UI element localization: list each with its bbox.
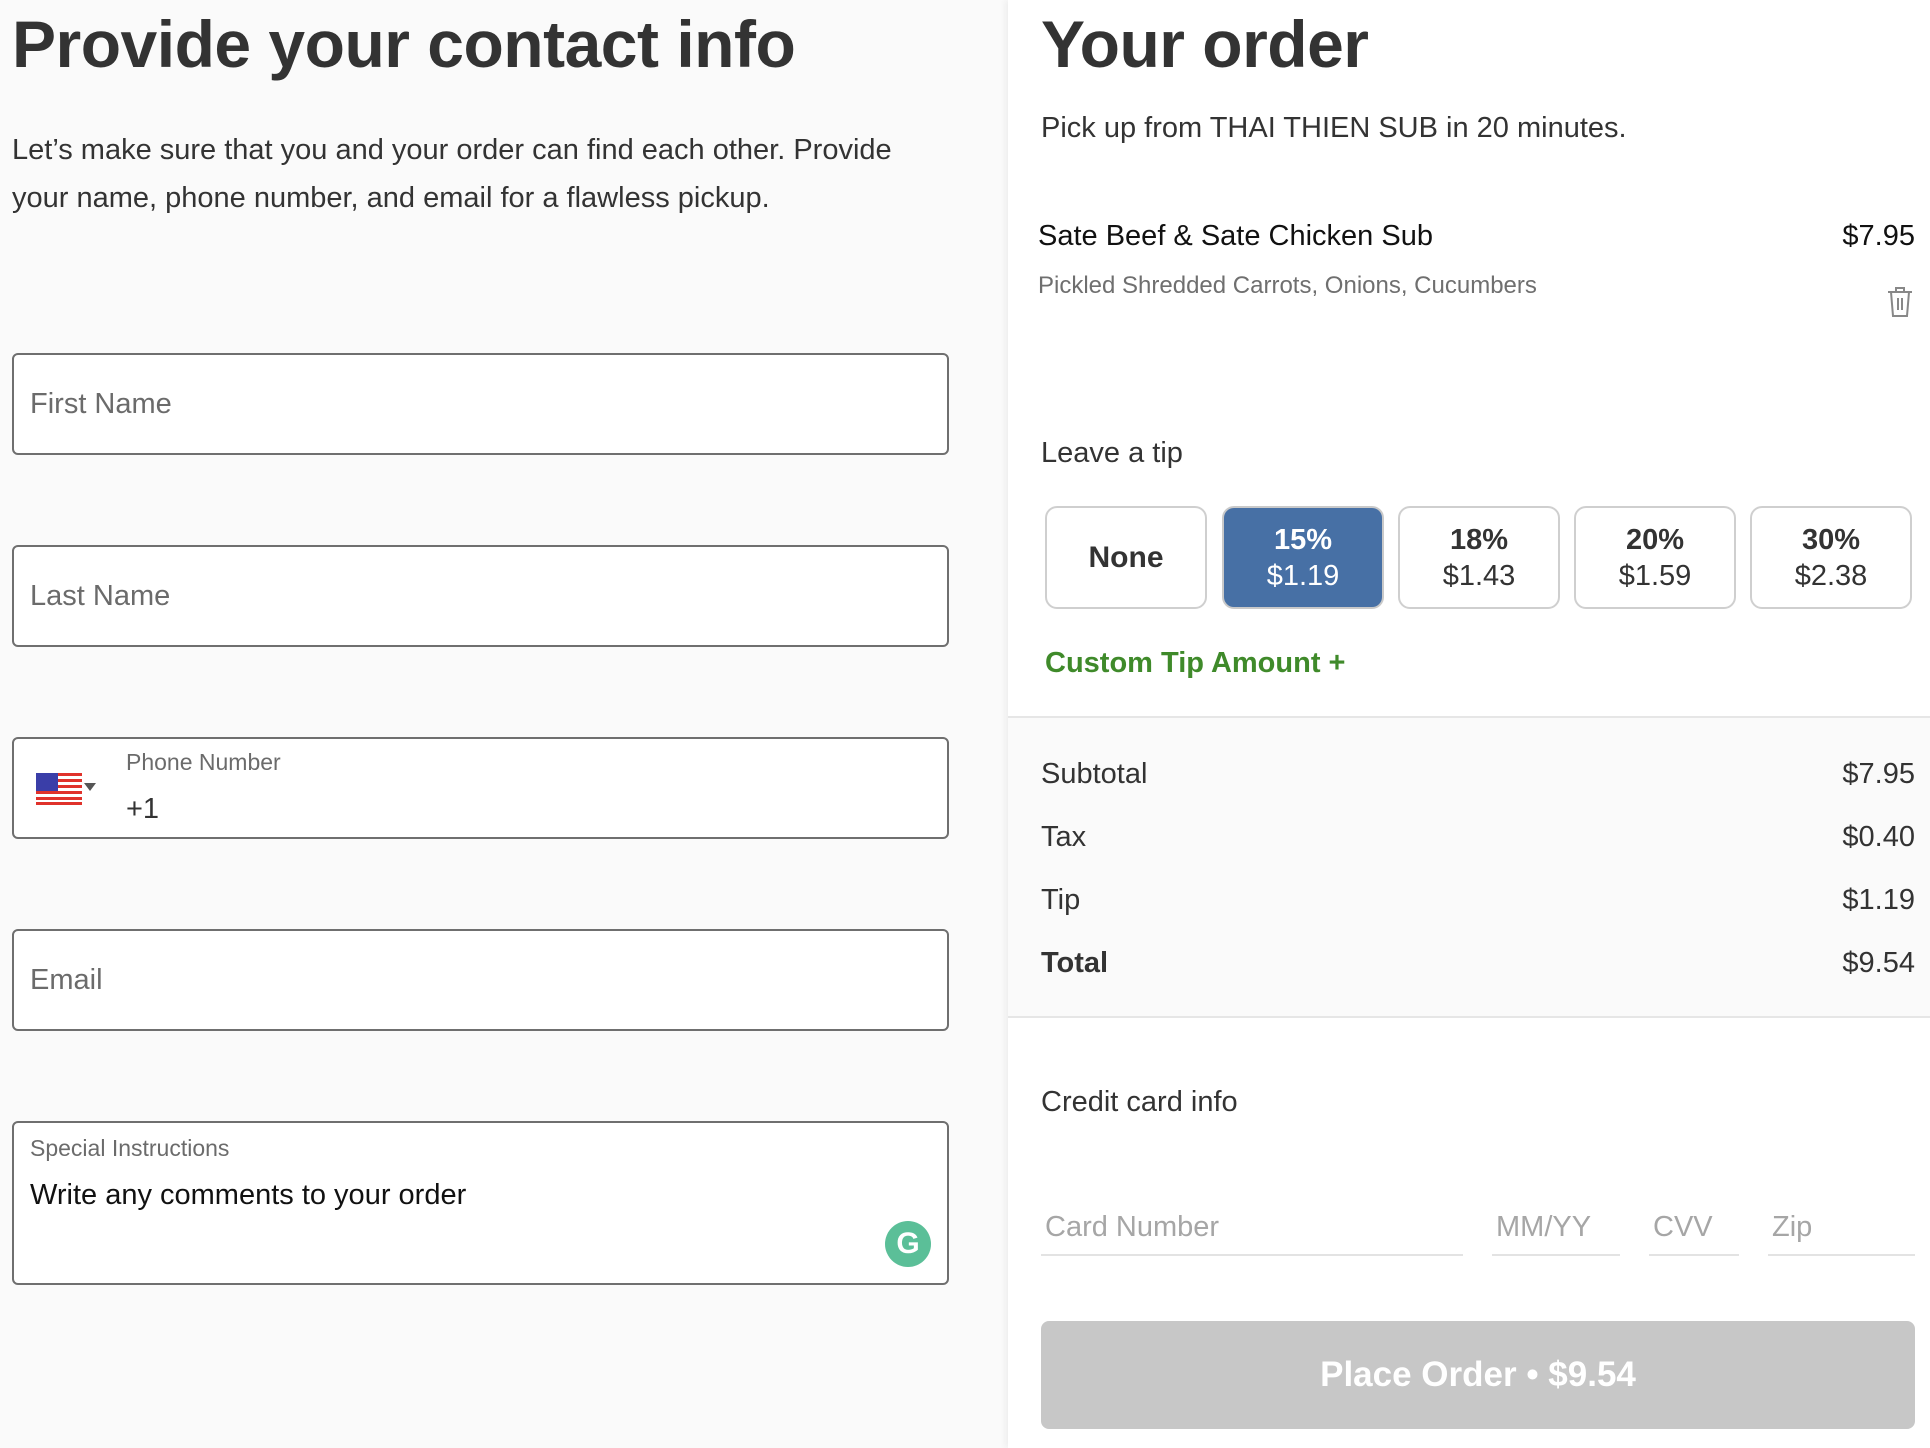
custom-tip-link[interactable]: Custom Tip Amount + — [1045, 647, 1345, 680]
first-name-input[interactable] — [30, 355, 930, 453]
tip-option-amount: $1.59 — [1618, 559, 1692, 592]
email-field[interactable] — [12, 929, 949, 1031]
tip-option-amount: $2.38 — [1794, 559, 1868, 592]
cvv-input[interactable] — [1649, 1200, 1739, 1256]
summary-value: $7.95 — [1842, 758, 1915, 790]
tip-option-percent: 18% — [1449, 523, 1509, 556]
pickup-info: Pick up from THAI THIEN SUB in 20 minute… — [1041, 112, 1627, 144]
last-name-input[interactable] — [30, 547, 930, 645]
summary-label: Subtotal — [1041, 758, 1148, 790]
special-instructions-field[interactable]: Special Instructions G — [12, 1121, 949, 1285]
special-instructions-label: Special Instructions — [30, 1135, 230, 1161]
tip-option-percent: 20% — [1625, 523, 1685, 556]
summary-value: $1.19 — [1842, 884, 1915, 916]
last-name-field[interactable] — [12, 545, 949, 647]
item-modifiers: Pickled Shredded Carrots, Onions, Cucumb… — [1038, 272, 1537, 299]
summary-row-subtotal: Subtotal $7.95 — [1041, 758, 1915, 791]
contact-panel: Provide your contact info Let’s make sur… — [0, 0, 1008, 1448]
phone-field[interactable]: Phone Number — [12, 737, 949, 839]
order-title: Your order — [1041, 7, 1369, 81]
tip-option-label: None — [1088, 540, 1164, 574]
expiry-input[interactable] — [1492, 1200, 1620, 1256]
country-dropdown-caret-icon[interactable] — [84, 783, 96, 791]
summary-row-tax: Tax $0.40 — [1041, 821, 1915, 854]
summary-label: Tax — [1041, 821, 1087, 853]
zip-input[interactable] — [1768, 1200, 1915, 1256]
special-instructions-input[interactable] — [30, 1179, 890, 1259]
order-panel: Your order Pick up from THAI THIEN SUB i… — [1008, 0, 1930, 1448]
summary-label: Total — [1041, 947, 1109, 979]
contact-title: Provide your contact info — [12, 7, 796, 81]
contact-intro: Let’s make sure that you and your order … — [12, 134, 892, 214]
tip-option-amount: $1.43 — [1442, 559, 1516, 592]
tip-option-amount: $1.19 — [1266, 559, 1340, 592]
tip-option-18[interactable]: 18% $1.43 — [1398, 506, 1560, 609]
item-price: $7.95 — [1842, 220, 1915, 252]
card-number-input[interactable] — [1041, 1200, 1463, 1256]
summary-row-tip: Tip $1.19 — [1041, 884, 1915, 917]
phone-label: Phone Number — [126, 749, 281, 775]
tip-label: Leave a tip — [1041, 437, 1183, 469]
tip-option-percent: 30% — [1801, 523, 1861, 556]
place-order-button[interactable]: Place Order • $9.54 — [1041, 1321, 1915, 1429]
first-name-field[interactable] — [12, 353, 949, 455]
us-flag-icon[interactable] — [36, 773, 82, 805]
grammarly-icon[interactable]: G — [885, 1221, 931, 1267]
order-summary: Subtotal $7.95 Tax $0.40 Tip $1.19 Total… — [1008, 716, 1930, 1018]
tip-option-none[interactable]: None — [1045, 506, 1207, 609]
credit-card-label: Credit card info — [1041, 1086, 1238, 1118]
phone-input[interactable] — [126, 789, 926, 829]
summary-label: Tip — [1041, 884, 1081, 916]
tip-option-20[interactable]: 20% $1.59 — [1574, 506, 1736, 609]
email-input[interactable] — [30, 931, 930, 1029]
summary-value: $9.54 — [1842, 947, 1915, 979]
summary-value: $0.40 — [1842, 821, 1915, 853]
tip-option-30[interactable]: 30% $2.38 — [1750, 506, 1912, 609]
tip-option-15[interactable]: 15% $1.19 — [1222, 506, 1384, 609]
tip-option-percent: 15% — [1273, 523, 1333, 556]
trash-icon[interactable] — [1886, 286, 1914, 318]
item-name: Sate Beef & Sate Chicken Sub — [1038, 220, 1433, 252]
summary-row-total: Total $9.54 — [1041, 947, 1915, 980]
